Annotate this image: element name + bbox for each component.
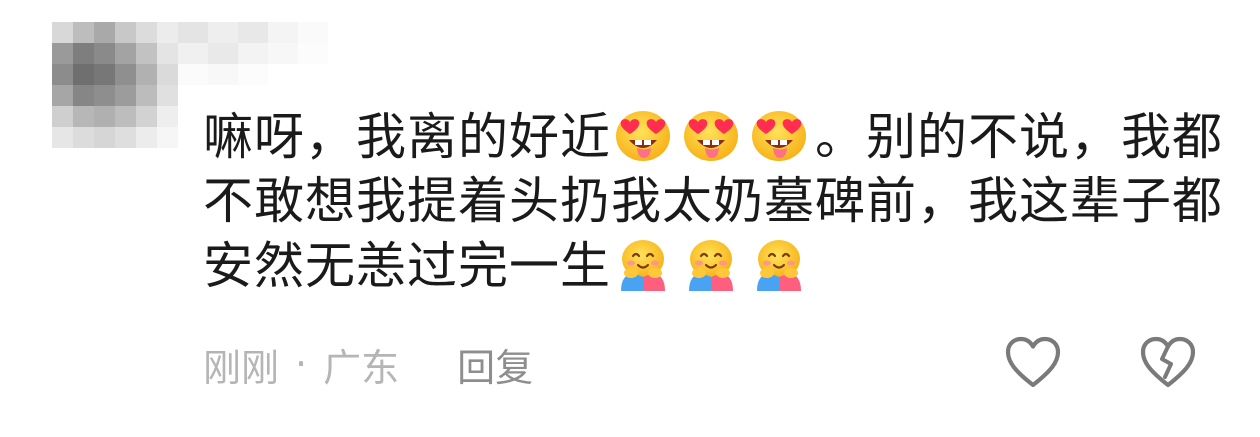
avatar-mosaic-tile (136, 85, 157, 106)
avatar-mosaic-tile (136, 106, 157, 127)
avatar-mosaic-tile (136, 127, 157, 148)
avatar-mosaic-tile (52, 43, 73, 64)
avatar-mosaic-tile (52, 64, 73, 85)
avatar-mosaic-tile (157, 43, 178, 64)
avatar-mosaic-tile (94, 106, 115, 127)
avatar-mosaic-tile (73, 22, 94, 43)
dislike-button[interactable] (1138, 335, 1198, 391)
like-button[interactable] (1003, 335, 1063, 391)
reply-button[interactable]: 回复 (457, 337, 533, 392)
username-mosaic-tile (298, 22, 328, 43)
avatar-mosaic-tile (115, 106, 136, 127)
comment-line-2: 不敢想我提着头扔我太奶墓碑前，我这辈子都 (203, 169, 1222, 233)
username-mosaic-tile (238, 43, 268, 64)
avatar-mosaic-tile (94, 85, 115, 106)
avatar-mosaic-tile (52, 106, 73, 127)
avatar-mosaic-tile (157, 106, 178, 127)
comment-line-1: 嘛呀，我离的好近 。别的不说，我都 (203, 104, 1222, 169)
username-mosaic-tile (178, 64, 208, 85)
avatar-mosaic-tile (94, 43, 115, 64)
username-mosaic-tile (298, 64, 328, 85)
username-mosaic-tile (208, 43, 238, 64)
username-mosaic-tile (208, 64, 238, 85)
avatar-mosaic-tile (115, 43, 136, 64)
avatar-mosaic-tile (115, 85, 136, 106)
heart-outline-icon (1005, 336, 1061, 388)
heart-eyes-tongue-icon (679, 104, 743, 164)
avatar-mosaic-tile (115, 64, 136, 85)
avatar-mosaic-tile (52, 127, 73, 148)
avatar-mosaic-tile (136, 43, 157, 64)
avatar-mosaic-tile (52, 85, 73, 106)
avatar[interactable] (52, 22, 178, 148)
comment-text-segment: 安然无恙过完一生 (203, 237, 611, 295)
avatar-mosaic-tile (157, 85, 178, 106)
comment-location: 广东 (323, 345, 400, 390)
avatar-mosaic-tile (94, 127, 115, 148)
avatar-mosaic-tile (94, 22, 115, 43)
avatar-mosaic-tile (157, 64, 178, 85)
comment-time: 刚刚 (203, 345, 280, 390)
avatar-mosaic-tile (115, 127, 136, 148)
avatar-mosaic-tile (73, 85, 94, 106)
avatar-mosaic-tile (157, 22, 178, 43)
comment-text-segment: 不敢想我提着头扔我太奶墓碑前，我这辈子都 (203, 172, 1223, 230)
username-mosaic-tile (238, 64, 268, 85)
avatar-mosaic-tile (94, 64, 115, 85)
meta-separator: · (295, 342, 308, 386)
comment-meta: 刚刚 · 广东 回复 (203, 336, 533, 392)
comment-line-3: 安然无恙过完一生 (203, 233, 1213, 298)
avatar-mosaic-tile (73, 64, 94, 85)
username-mosaic-tile (178, 43, 208, 64)
username-mosaic-tile (178, 22, 208, 43)
username-mosaic-tile (208, 22, 238, 43)
heart-eyes-tongue-icon (747, 104, 811, 164)
hugging-face-icon (611, 233, 675, 293)
comment-card: 嘛呀，我离的好近 。别的不说，我都 不敢想我提着头扔我太奶墓碑前，我这辈子都 安然… (0, 0, 1260, 437)
avatar-mosaic-tile (52, 22, 73, 43)
comment-text-segment: 嘛呀，我离的好近 (203, 108, 611, 166)
comment-text-segment: 。别的不说，我都 (815, 108, 1223, 166)
avatar-mosaic-tile (73, 43, 94, 64)
comment-text: 嘛呀，我离的好近 。别的不说，我都 不敢想我提着头扔我太奶墓碑前，我这辈子都 安然… (203, 104, 1222, 298)
username-blurred[interactable] (178, 22, 328, 85)
username-mosaic-tile (238, 22, 268, 43)
avatar-mosaic-tile (115, 22, 136, 43)
hugging-face-icon (679, 233, 743, 293)
avatar-mosaic-tile (136, 22, 157, 43)
username-mosaic-tile (298, 43, 328, 64)
heart-eyes-tongue-icon (611, 104, 675, 164)
username-mosaic-tile (268, 22, 298, 43)
username-mosaic-tile (268, 43, 298, 64)
avatar-mosaic-tile (136, 64, 157, 85)
avatar-mosaic-tile (157, 127, 178, 148)
hugging-face-icon (747, 233, 811, 293)
broken-heart-icon (1140, 336, 1196, 388)
username-mosaic-tile (268, 64, 298, 85)
avatar-mosaic-tile (73, 127, 94, 148)
avatar-mosaic-tile (73, 106, 94, 127)
